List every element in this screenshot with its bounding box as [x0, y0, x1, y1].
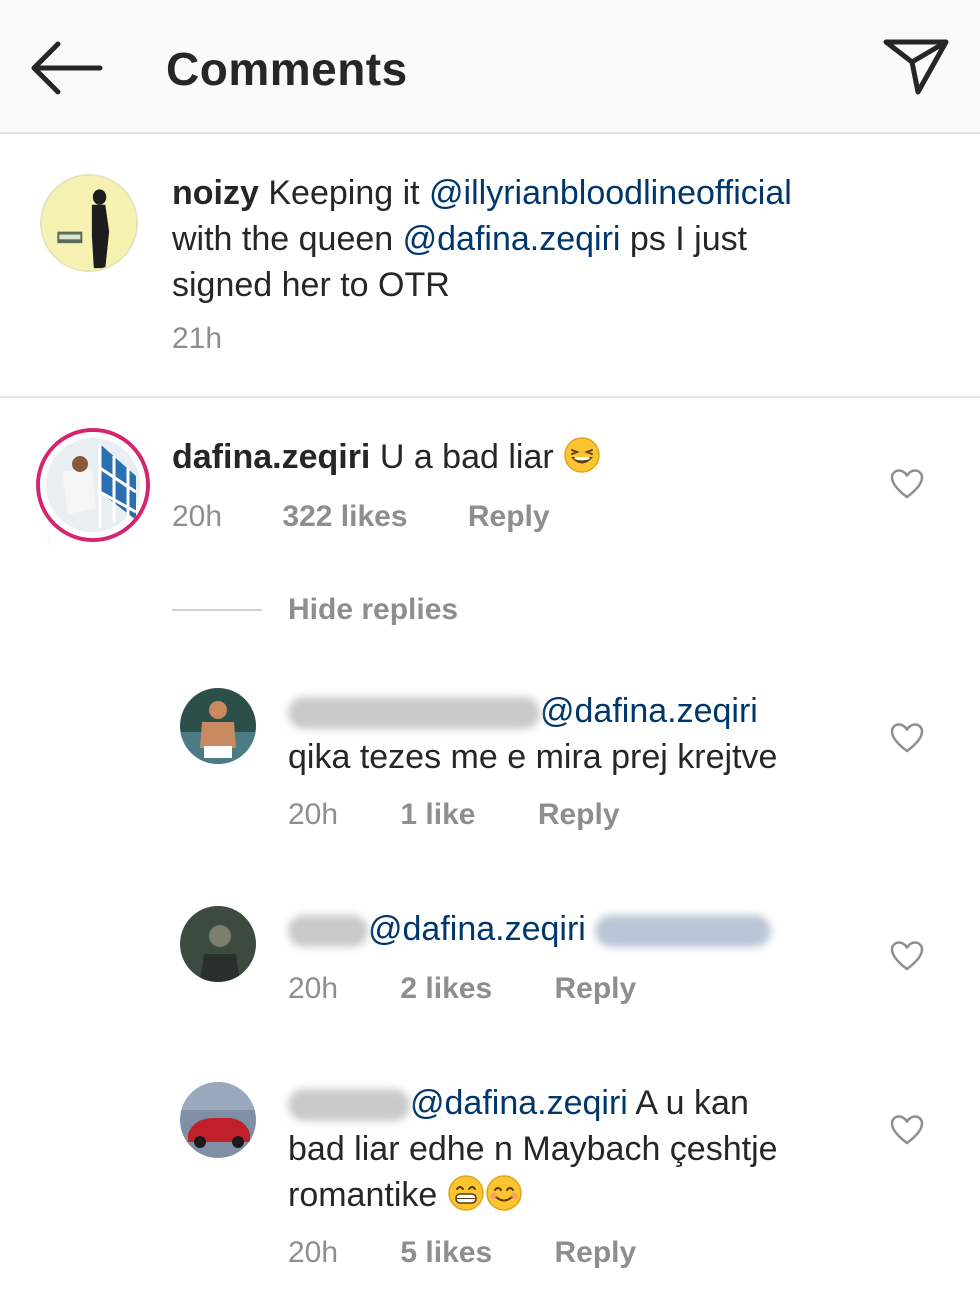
caption-username[interactable]: noizy: [172, 174, 259, 212]
comment-time: 20h: [172, 500, 223, 533]
heart-icon[interactable]: [890, 468, 924, 500]
paper-plane-icon[interactable]: [880, 34, 952, 98]
divider: [172, 609, 262, 611]
reply-body: A u kan: [627, 1084, 749, 1122]
reply-button[interactable]: Reply: [538, 798, 620, 832]
reply-text: @dafina.zeqiri A u kan bad liar edhe n M…: [288, 1080, 868, 1218]
reply-time: 20h: [288, 1236, 339, 1269]
comment-body: U a bad liar: [379, 438, 554, 476]
smiling-emoji-icon: [485, 1175, 522, 1211]
caption-text-part: with the queen: [172, 220, 403, 258]
avatar[interactable]: [180, 1082, 256, 1158]
reply-meta: 20h 2 likes Reply: [288, 972, 636, 1006]
reply-body: romantike: [288, 1176, 438, 1214]
reply-time: 20h: [288, 798, 339, 831]
reply-likes[interactable]: 1 like: [400, 798, 475, 832]
reply-mention[interactable]: @dafina.zeqiri: [410, 1084, 628, 1122]
reply-mention[interactable]: @dafina.zeqiri: [540, 692, 758, 730]
caption-text: noizy Keeping it @illyrianbloodlineoffic…: [172, 170, 912, 308]
reply-mention[interactable]: @dafina.zeqiri: [368, 910, 586, 948]
blurred-username: [288, 1089, 410, 1122]
reply-likes[interactable]: 2 likes: [400, 972, 492, 1006]
hide-replies-label[interactable]: Hide replies: [288, 593, 458, 627]
caption-meta: 21h: [172, 322, 222, 356]
avatar[interactable]: [36, 428, 150, 542]
comment-username[interactable]: dafina.zeqiri: [172, 438, 370, 476]
caption-text-part: Keeping it: [268, 174, 430, 212]
arrow-left-icon[interactable]: [28, 38, 104, 98]
comment-likes[interactable]: 322 likes: [282, 500, 407, 534]
avatar[interactable]: [180, 906, 256, 982]
grinning-emoji-icon: [447, 1175, 484, 1211]
profile-photo-icon: [180, 906, 256, 982]
reply-meta: 20h 1 like Reply: [288, 798, 620, 832]
profile-photo-icon: [180, 1082, 256, 1158]
heart-icon[interactable]: [890, 1114, 924, 1146]
reply-button[interactable]: Reply: [555, 972, 637, 1006]
heart-icon[interactable]: [890, 940, 924, 972]
caption-mention[interactable]: @illyrianbloodlineofficial: [429, 174, 792, 212]
caption-text-part: signed her to OTR: [172, 266, 450, 304]
reply-text: @dafina.zeqiri: [288, 906, 868, 952]
reply-text: @dafina.zeqiri qika tezes me e mira prej…: [288, 688, 868, 780]
heart-icon[interactable]: [890, 722, 924, 754]
reply-meta: 20h 5 likes Reply: [288, 1236, 636, 1270]
caption-mention[interactable]: @dafina.zeqiri: [403, 220, 621, 258]
post-caption: noizy Keeping it @illyrianbloodlineoffic…: [0, 136, 980, 398]
page-title: Comments: [166, 43, 408, 95]
profile-photo-icon: [180, 688, 256, 764]
top-bar: Comments: [0, 0, 980, 134]
caption-text-part: ps I just: [620, 220, 748, 258]
blurred-username: [288, 915, 368, 948]
laughing-emoji-icon: [564, 437, 600, 473]
caption-time: 21h: [172, 322, 223, 355]
avatar[interactable]: [180, 688, 256, 764]
profile-photo-icon: [42, 176, 136, 270]
reply-button[interactable]: Reply: [468, 500, 550, 534]
profile-photo-icon: [40, 432, 146, 538]
blurred-username: [288, 697, 540, 730]
avatar[interactable]: [40, 174, 138, 272]
reply-button[interactable]: Reply: [555, 1236, 637, 1270]
comment-meta: 20h 322 likes Reply: [172, 500, 550, 534]
reply-body: bad liar edhe n Maybach çeshtje: [288, 1130, 778, 1168]
blurred-mention: [595, 915, 772, 948]
reply-body: qika tezes me e mira prej krejtve: [288, 738, 778, 776]
reply-time: 20h: [288, 972, 339, 1005]
reply-likes[interactable]: 5 likes: [400, 1236, 492, 1270]
comment-text: dafina.zeqiri U a bad liar: [172, 434, 852, 480]
